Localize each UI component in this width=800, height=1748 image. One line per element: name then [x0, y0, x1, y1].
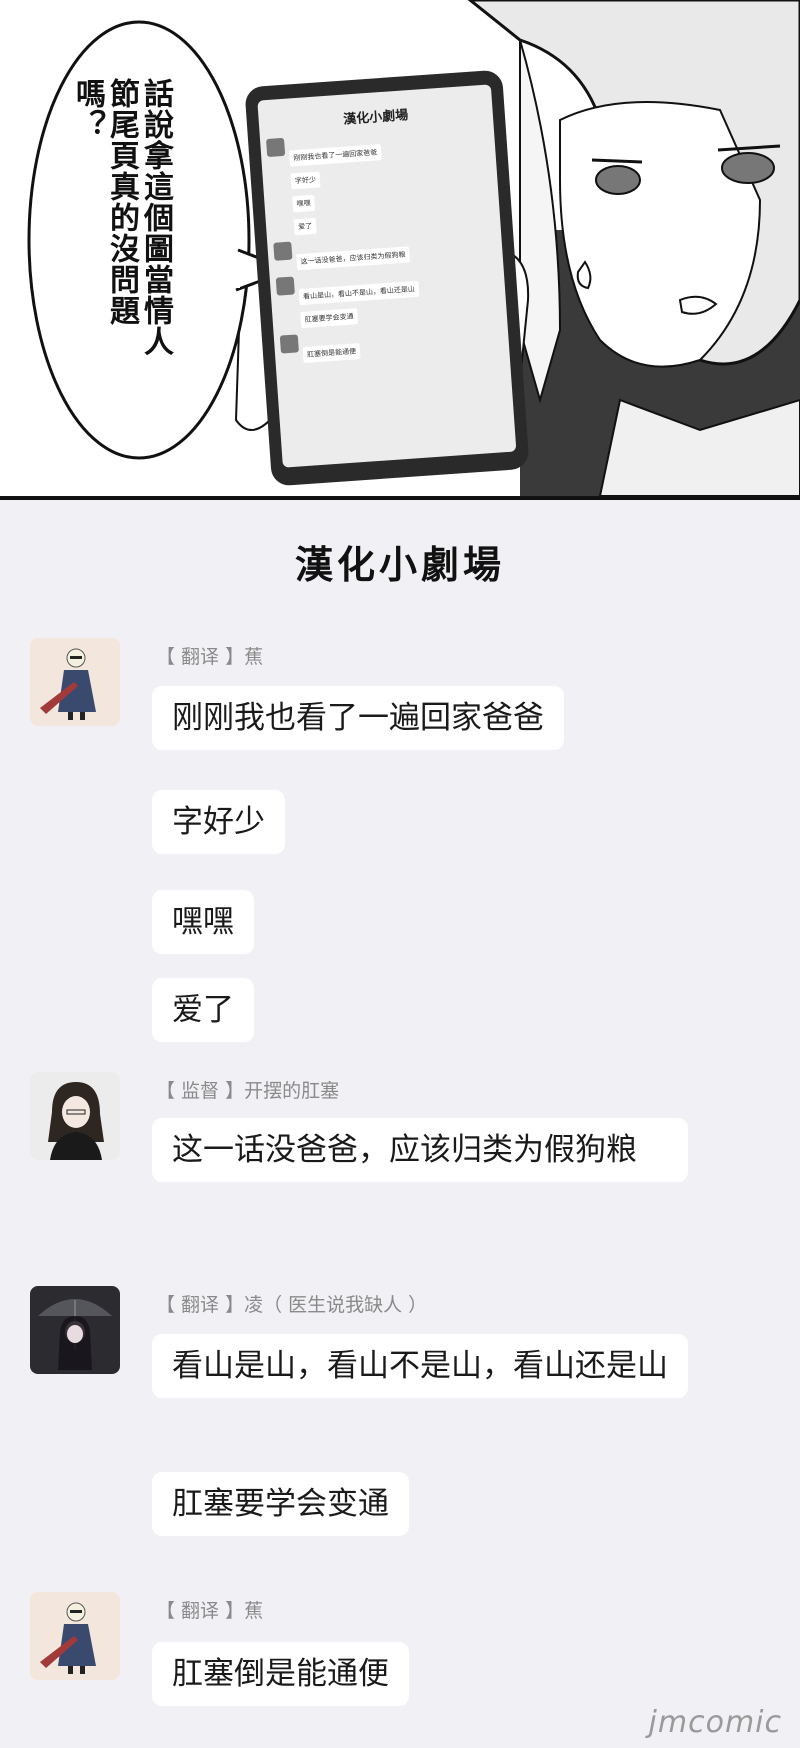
message-bubble[interactable]: 刚刚我也看了一遍回家爸爸 [152, 686, 564, 750]
sender-name: 【 监督 】开摆的肛塞 [156, 1080, 340, 1102]
avatar[interactable] [30, 638, 120, 726]
avatar[interactable] [30, 1592, 120, 1680]
phone-preview-group: 看山是山，看山不是山，看山还是山 肛塞要学会变通 [275, 262, 501, 331]
avatar-banana-icon [30, 1592, 120, 1680]
phone-preview-message: 字好少 [290, 171, 321, 190]
message-bubble[interactable]: 爱了 [152, 978, 254, 1042]
phone-preview-avatar [275, 276, 295, 296]
message-bubble[interactable]: 嘿嘿 [152, 890, 254, 954]
speech-bubble-text: 話說拿這個圖當情人節尾頁真的沒問題嗎？ [70, 78, 173, 357]
phone-preview-message: 这一话没爸爸，应该归类为假狗粮 [296, 246, 410, 271]
phone-screen-preview: 漢化小劇場 刚刚我也看了一遍回家爸爸 字好少 嘿嘿 爱了 这一话没爸爸，应该归类… [257, 84, 517, 468]
message-group: 【 翻译 】凌（ 医生说我缺人 ） 看山是山，看山不是山，看山还是山 肛塞要学会… [30, 1286, 770, 1548]
phone-preview-group: 刚刚我也看了一遍回家爸爸 字好少 嘿嘿 爱了 [266, 124, 494, 239]
phone-preview-message: 爱了 [293, 217, 317, 236]
phone-preview-message: 肛塞倒是能通便 [302, 343, 361, 364]
avatar-girl-icon [30, 1072, 120, 1160]
sender-name: 【 翻译 】蕉 [156, 1600, 264, 1622]
message-group: 【 监督 】开摆的肛塞 这一话没爸爸，应该归类为假狗粮 [30, 1072, 770, 1242]
avatar-banana-icon [30, 638, 120, 726]
avatar[interactable] [30, 1072, 120, 1160]
message-bubble[interactable]: 肛塞要学会变通 [152, 1472, 409, 1536]
avatar-umbrella-icon [30, 1286, 120, 1374]
avatar[interactable] [30, 1286, 120, 1374]
manga-panel: 話說拿這個圖當情人節尾頁真的沒問題嗎？ 漢化小劇場 刚刚我也看了一遍回家爸爸 字… [0, 0, 800, 500]
page-title: 漢化小劇場 [294, 543, 505, 587]
phone-preview-message: 嘿嘿 [292, 194, 316, 213]
message-bubble[interactable]: 肛塞倒是能通便 [152, 1642, 409, 1706]
phone-preview-avatar [273, 241, 293, 261]
phone-preview-avatar [279, 334, 299, 354]
phone-illustration: 漢化小劇場 刚刚我也看了一遍回家爸爸 字好少 嘿嘿 爱了 这一话没爸爸，应该归类… [244, 69, 530, 487]
phone-preview-message: 刚刚我也看了一遍回家爸爸 [288, 144, 382, 167]
watermark: jmcomic [648, 1705, 782, 1740]
message-group: 【 翻译 】蕉 刚刚我也看了一遍回家爸爸 字好少 嘿嘿 爱了 [30, 638, 770, 1068]
message-bubble[interactable]: 这一话没爸爸，应该归类为假狗粮 [152, 1118, 688, 1182]
message-bubble[interactable]: 字好少 [152, 790, 285, 854]
message-bubble[interactable]: 看山是山，看山不是山，看山还是山 [152, 1334, 688, 1398]
phone-preview-avatar [266, 137, 286, 158]
phone-preview-message: 肛塞要学会变通 [300, 308, 359, 329]
sender-name: 【 翻译 】蕉 [156, 646, 264, 668]
phone-preview-message: 看山是山，看山不是山，看山还是山 [298, 280, 420, 306]
sender-name: 【 翻译 】凌（ 医生说我缺人 ） [156, 1294, 428, 1316]
